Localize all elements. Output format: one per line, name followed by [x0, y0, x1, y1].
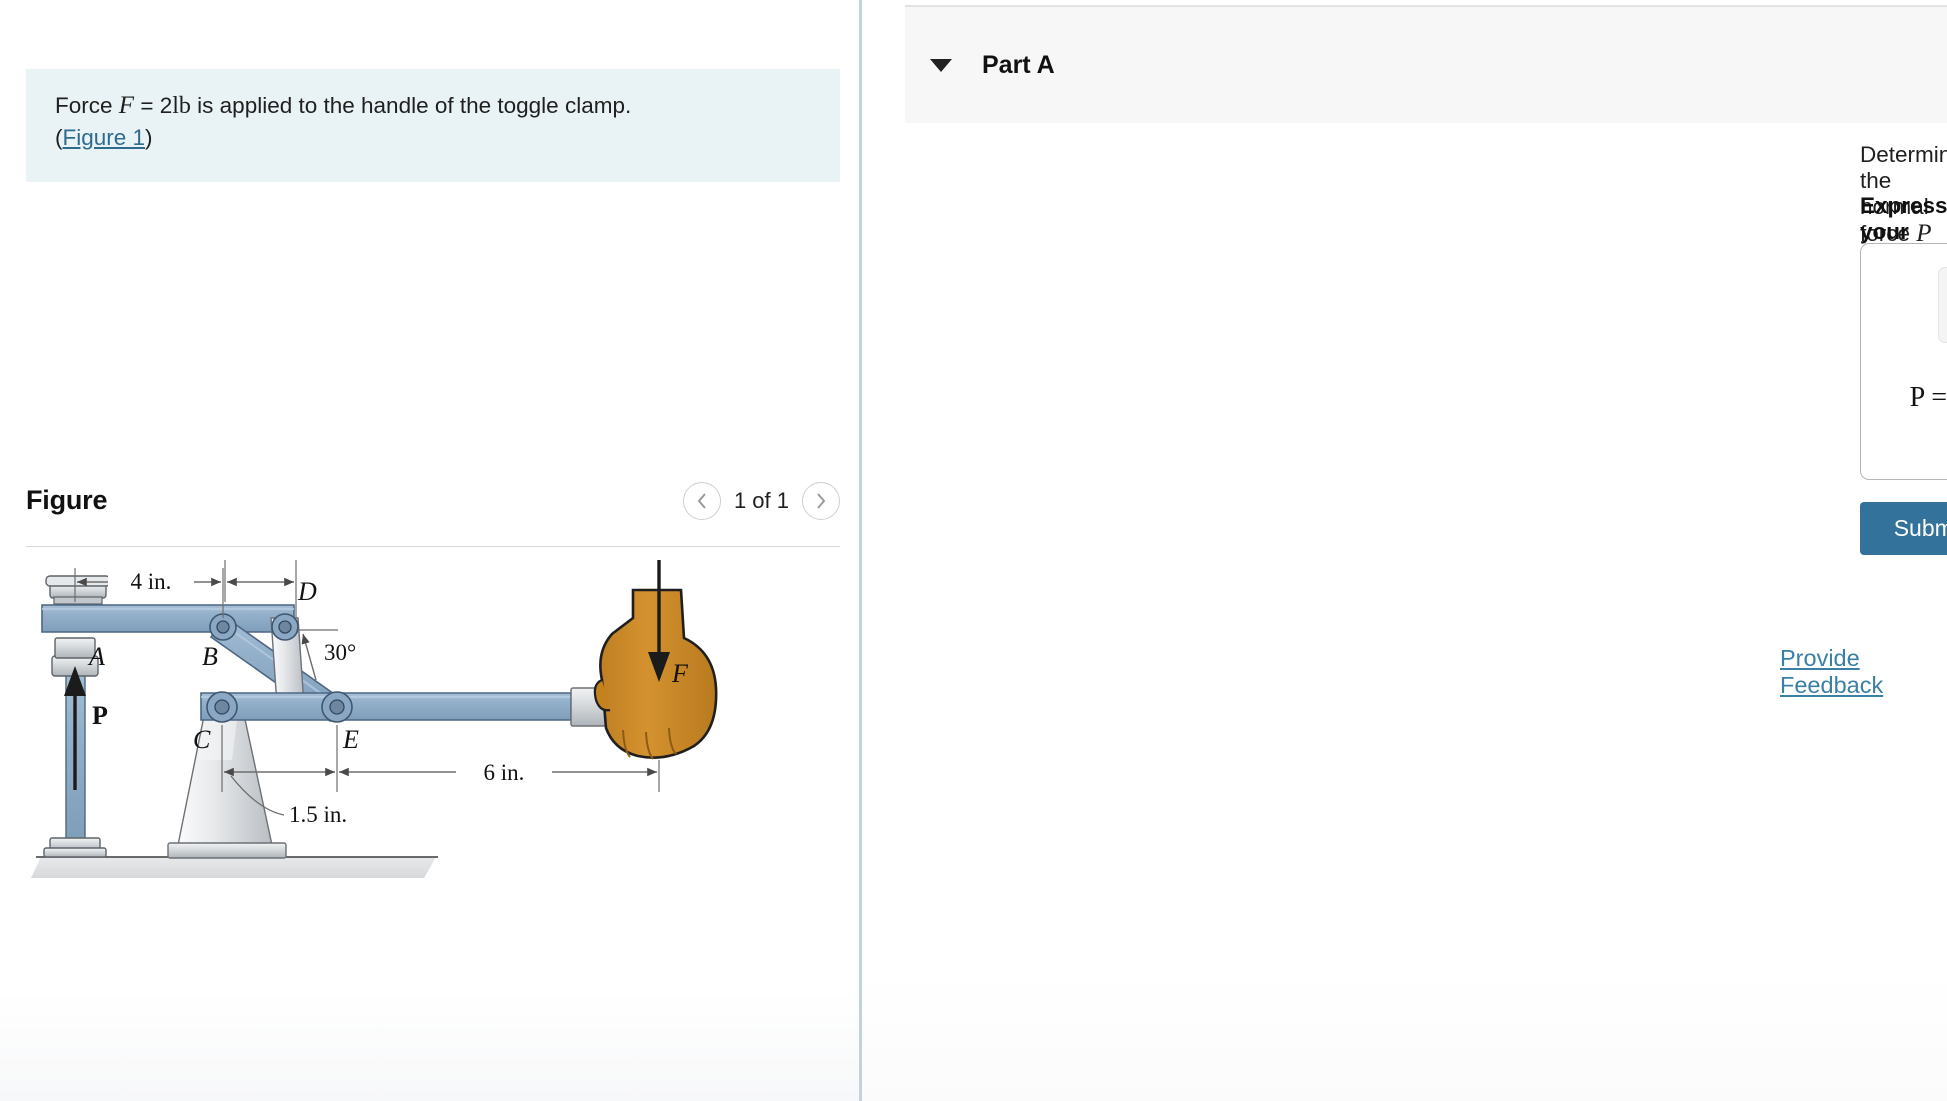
figure-header: Figure 1 of 1: [26, 482, 840, 547]
answer-label: P =: [1909, 382, 1947, 413]
right-panel: Part A Determine the normal force P that…: [865, 0, 1947, 1101]
answer-container: ΑΣϕ ↓↑ vec: [1860, 243, 1947, 480]
force-symbol-F: F: [118, 92, 135, 119]
figure-pager: 1 of 1: [682, 482, 840, 520]
caret-down-icon[interactable]: [930, 58, 952, 72]
problem-statement-box: Force F = 2lb is applied to the handle o…: [26, 69, 840, 182]
figure-next-button[interactable]: [802, 482, 840, 520]
force-label-F: F: [671, 659, 689, 688]
dimension-label-4in: 4 in.: [131, 569, 172, 594]
angle-label-30: 30°: [324, 640, 356, 665]
paren-close: ): [145, 125, 153, 150]
problem-page: Force F = 2lb is applied to the handle o…: [0, 0, 1947, 1101]
point-label-D: D: [297, 577, 317, 606]
upper-arm-link: [41, 604, 295, 633]
force-label-P: P: [92, 701, 108, 730]
answer-row: P = lb: [1861, 362, 1947, 434]
figure-prev-button[interactable]: [682, 482, 721, 520]
prompt-equals: = 2: [140, 93, 173, 118]
dimension-label-1p5in-bottom: 1.5 in.: [289, 802, 347, 827]
angle-30deg: 30°: [296, 629, 356, 681]
prompt-lead: Force: [55, 93, 113, 118]
part-a-header[interactable]: Part A: [905, 5, 1947, 123]
hand-illustration: [593, 588, 718, 760]
point-labels: A B C D E P F: [87, 577, 689, 754]
prompt-unit: lb: [172, 93, 191, 119]
dimension-label-6in: 6 in.: [484, 760, 525, 785]
part-a-title: Part A: [982, 50, 1055, 79]
point-label-C: C: [193, 725, 211, 754]
left-panel: Force F = 2lb is applied to the handle o…: [0, 0, 862, 1101]
ground: [31, 856, 438, 878]
point-label-B: B: [202, 642, 218, 671]
figure-title: Figure: [26, 485, 108, 515]
chevron-right-icon: [817, 493, 826, 509]
figure-pager-label: 1 of 1: [733, 488, 789, 513]
submit-button[interactable]: Submit: [1860, 502, 1947, 555]
point-label-A: A: [87, 642, 105, 671]
math-toolbar: ΑΣϕ ↓↑ vec: [1938, 267, 1947, 343]
point-label-E: E: [342, 725, 359, 754]
figure-1-link[interactable]: Figure 1: [63, 125, 146, 150]
dimension-6in: 6 in.: [221, 725, 660, 792]
figure-diagram: 4 in. 1.5 in. 30°: [26, 534, 840, 980]
provide-feedback-link[interactable]: Provide Feedback: [1780, 645, 1947, 699]
problem-statement-text: Force F = 2lb is applied to the handle o…: [55, 90, 815, 154]
chevron-left-icon: [697, 493, 706, 509]
paren-open: (: [55, 125, 63, 150]
toggle-clamp-svg: 4 in. 1.5 in. 30°: [31, 534, 718, 878]
prompt-rest: is applied to the handle of the toggle c…: [197, 93, 632, 118]
